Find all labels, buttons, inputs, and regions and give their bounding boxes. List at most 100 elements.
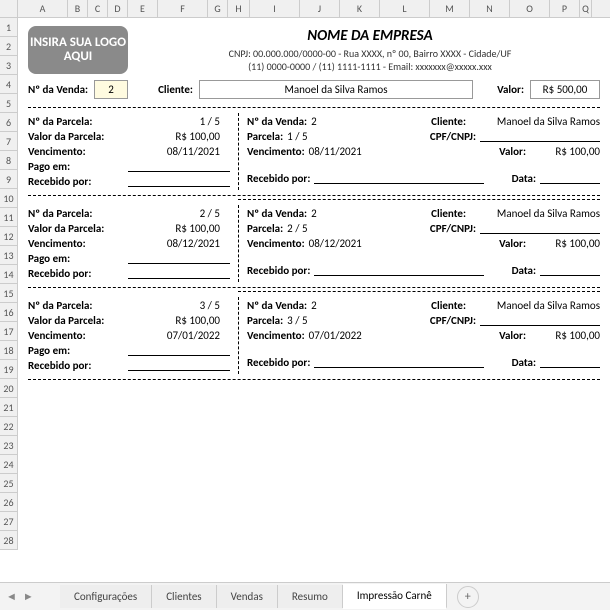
column-header-M[interactable]: M (430, 0, 470, 17)
sale-number-input[interactable]: 2 (94, 80, 128, 99)
row-header-8[interactable]: 8 (0, 151, 17, 170)
divider (28, 107, 600, 108)
row-header-7[interactable]: 7 (0, 132, 17, 151)
row-header-19[interactable]: 19 (0, 360, 17, 379)
recebido-por-field[interactable] (128, 175, 230, 187)
row-header-2[interactable]: 2 (0, 37, 17, 56)
column-header-B[interactable]: B (68, 0, 88, 17)
column-header-N[interactable]: N (470, 0, 510, 17)
row-header-9[interactable]: 9 (0, 170, 17, 189)
valor-label: Valor: (497, 83, 524, 96)
pago-em-field[interactable] (128, 252, 230, 264)
divider (28, 379, 600, 380)
pago-em-field[interactable] (128, 344, 230, 356)
sale-summary-row: Nº da Venda: 2 Cliente: Manoel da Silva … (28, 80, 600, 99)
column-header-A[interactable]: A (18, 0, 68, 17)
recebido-por-field[interactable] (314, 356, 483, 368)
divider-short (238, 199, 600, 200)
row-header-22[interactable]: 22 (0, 417, 17, 436)
recebido-por-field[interactable] (314, 264, 483, 276)
cpf-field[interactable] (480, 222, 600, 234)
divider (28, 195, 600, 196)
tab-nav-arrows[interactable]: ◄ ► (6, 590, 34, 603)
select-all-corner[interactable] (0, 0, 18, 18)
row-header-17[interactable]: 17 (0, 322, 17, 341)
add-sheet-button[interactable]: + (457, 586, 479, 608)
column-header-D[interactable]: D (108, 0, 128, 17)
row-header-20[interactable]: 20 (0, 379, 17, 398)
data-field[interactable] (540, 172, 600, 184)
row-header-11[interactable]: 11 (0, 208, 17, 227)
row-header-16[interactable]: 16 (0, 303, 17, 322)
row-header-27[interactable]: 27 (0, 512, 17, 531)
recebido-por-field[interactable] (128, 267, 230, 279)
row-header-25[interactable]: 25 (0, 474, 17, 493)
row-header-21[interactable]: 21 (0, 398, 17, 417)
stub: Nº da Parcela:2 / 5 Valor da Parcela:R$ … (28, 205, 238, 282)
column-header-E[interactable]: E (128, 0, 158, 17)
row-header-13[interactable]: 13 (0, 246, 17, 265)
receipt: Nº da Venda:2Cliente:Manoel da Silva Ram… (238, 205, 600, 282)
column-header-F[interactable]: F (158, 0, 208, 17)
row-header-15[interactable]: 15 (0, 284, 17, 303)
column-headers: ABCDEFGHIJKLMNOPQ (18, 0, 610, 18)
column-header-Q[interactable]: Q (580, 0, 592, 17)
worksheet-area[interactable]: INSIRA SUA LOGO AQUI NOME DA EMPRESA CNP… (18, 18, 610, 582)
cpf-field[interactable] (480, 314, 600, 326)
recebido-por-field[interactable] (314, 172, 483, 184)
row-header-24[interactable]: 24 (0, 455, 17, 474)
row-header-6[interactable]: 6 (0, 113, 17, 132)
column-header-P[interactable]: P (550, 0, 580, 17)
parcela-block: Nº da Parcela:1 / 5 Valor da Parcela:R$ … (28, 111, 600, 192)
row-header-10[interactable]: 10 (0, 189, 17, 208)
column-header-C[interactable]: C (88, 0, 108, 17)
valor-input[interactable]: R$ 500,00 (530, 80, 600, 99)
row-header-12[interactable]: 12 (0, 227, 17, 246)
row-header-5[interactable]: 5 (0, 94, 17, 113)
column-header-L[interactable]: L (380, 0, 430, 17)
sale-number-label: Nº da Venda: (28, 83, 88, 96)
stub: Nº da Parcela:3 / 5 Valor da Parcela:R$ … (28, 297, 238, 374)
tab-clientes[interactable]: Clientes (152, 585, 216, 608)
sheet-tabs: ◄ ► Configurações Clientes Vendas Resumo… (0, 582, 610, 610)
data-field[interactable] (540, 264, 600, 276)
column-header-G[interactable]: G (208, 0, 228, 17)
company-contact: (11) 0000-0000 / (11) 1111-1111 - Email:… (140, 60, 600, 73)
client-input[interactable]: Manoel da Silva Ramos (199, 80, 473, 99)
column-header-K[interactable]: K (340, 0, 380, 17)
column-header-J[interactable]: J (300, 0, 340, 17)
recebido-por-field[interactable] (128, 359, 230, 371)
cpf-field[interactable] (480, 130, 600, 142)
divider (28, 287, 600, 288)
row-header-23[interactable]: 23 (0, 436, 17, 455)
company-name: NOME DA EMPRESA (140, 27, 600, 45)
receipt: Nº da Venda:2Cliente:Manoel da Silva Ram… (238, 297, 600, 374)
tab-vendas[interactable]: Vendas (217, 585, 278, 608)
client-label: Cliente: (158, 83, 193, 96)
prev-sheet-icon[interactable]: ◄ (6, 590, 17, 603)
row-header-1[interactable]: 1 (0, 18, 17, 37)
row-header-18[interactable]: 18 (0, 341, 17, 360)
row-header-14[interactable]: 14 (0, 265, 17, 284)
row-header-4[interactable]: 4 (0, 75, 17, 94)
column-header-H[interactable]: H (228, 0, 250, 17)
company-address: CNPJ: 00.000.000/0000-00 - Rua XXXX, nº … (140, 47, 600, 60)
divider-short (238, 291, 600, 292)
pago-em-field[interactable] (128, 160, 230, 172)
next-sheet-icon[interactable]: ► (23, 590, 34, 603)
tab-configuracoes[interactable]: Configurações (60, 585, 152, 608)
logo-placeholder: INSIRA SUA LOGO AQUI (28, 26, 128, 74)
row-header-26[interactable]: 26 (0, 493, 17, 512)
row-headers: 1234567891011121314151617181920212223242… (0, 18, 18, 550)
receipt: Nº da Venda:2Cliente:Manoel da Silva Ram… (238, 113, 600, 190)
row-header-28[interactable]: 28 (0, 531, 17, 550)
column-header-I[interactable]: I (250, 0, 300, 17)
parcela-block: Nº da Parcela:3 / 5 Valor da Parcela:R$ … (28, 295, 600, 376)
data-field[interactable] (540, 356, 600, 368)
column-header-O[interactable]: O (510, 0, 550, 17)
tab-impressao-carne[interactable]: Impressão Carnê (343, 584, 447, 609)
parcela-block: Nº da Parcela:2 / 5 Valor da Parcela:R$ … (28, 203, 600, 284)
tab-resumo[interactable]: Resumo (278, 585, 343, 608)
stub: Nº da Parcela:1 / 5 Valor da Parcela:R$ … (28, 113, 238, 190)
row-header-3[interactable]: 3 (0, 56, 17, 75)
